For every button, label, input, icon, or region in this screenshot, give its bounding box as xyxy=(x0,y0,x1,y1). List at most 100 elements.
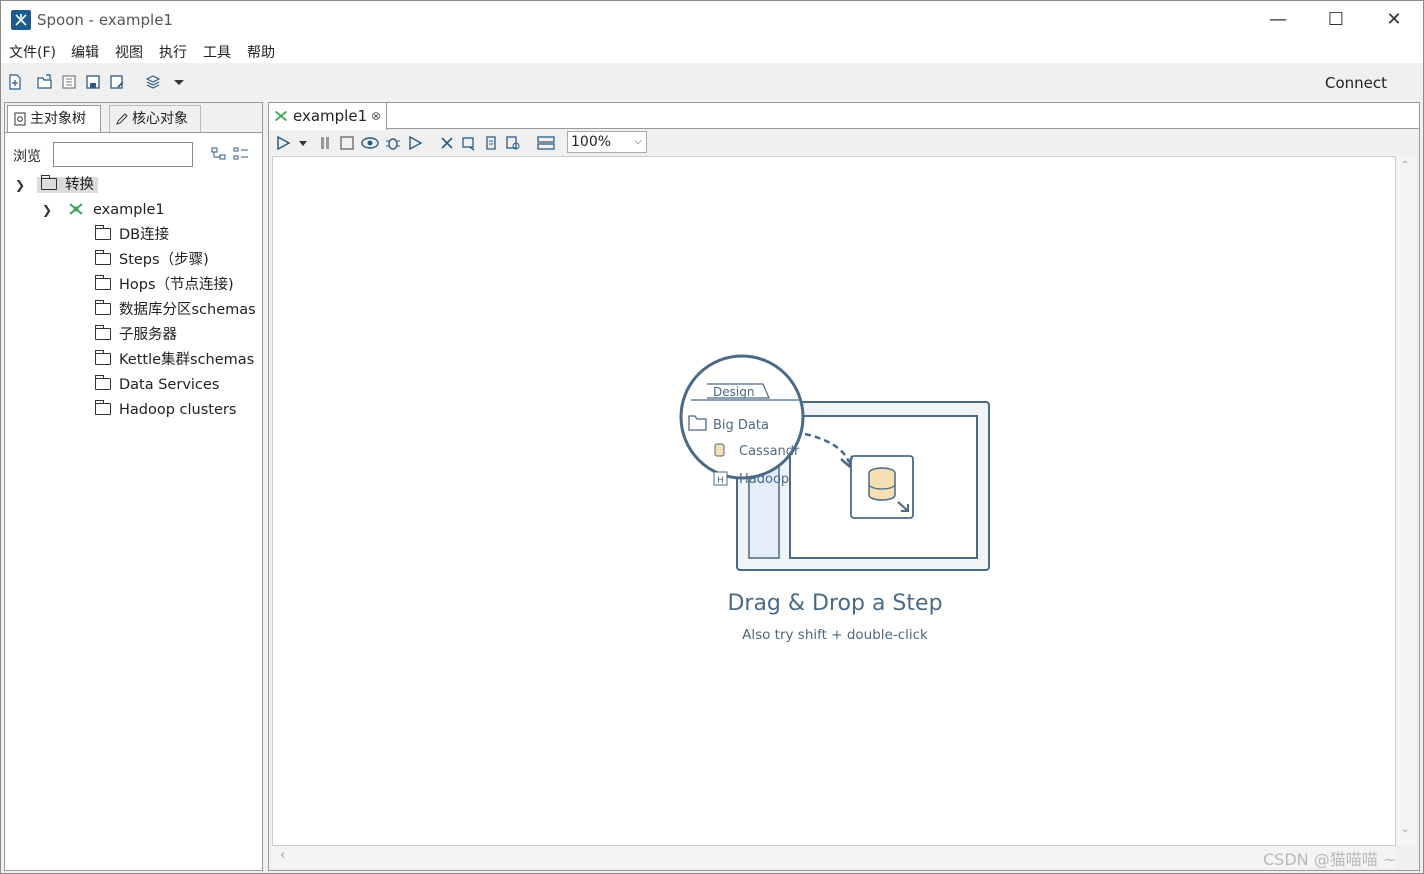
transformation-canvas[interactable]: Design Big Data Cassandr H Hadoop Drag &… xyxy=(272,156,1396,846)
illustration-design-tab: Design xyxy=(713,385,754,399)
watermark: CSDN @猫喵喵 ~ xyxy=(1263,850,1397,869)
editor-toolbar: 100% ⌵ xyxy=(269,130,1419,156)
tree-item-label: Kettle集群schemas xyxy=(119,352,255,368)
show-results-icon[interactable] xyxy=(537,135,555,151)
zoom-value: 100% xyxy=(571,134,612,150)
sql-icon[interactable] xyxy=(483,135,499,151)
menu-view[interactable]: 视图 xyxy=(115,42,143,62)
explore-repository-icon[interactable] xyxy=(61,74,77,90)
folder-icon xyxy=(95,300,111,315)
tree-item-label: 子服务器 xyxy=(119,327,177,343)
left-panel: 主对象树 核心对象 浏览 ❯ 转换 ❯ example1 DB连接 Steps（… xyxy=(4,102,263,871)
tree-item-cluster-schemas[interactable]: Kettle集群schemas xyxy=(95,348,254,372)
title-bar: Spoon - example1 — ☐ ✕ xyxy=(1,1,1423,39)
folder-icon xyxy=(95,350,111,365)
minimize-button[interactable]: — xyxy=(1255,7,1301,33)
impact-icon[interactable] xyxy=(461,135,477,151)
left-tabs: 主对象树 核心对象 xyxy=(5,103,262,133)
layers-icon[interactable] xyxy=(145,74,161,90)
folder-icon xyxy=(95,250,111,265)
scroll-up-icon[interactable]: ⌃ xyxy=(1401,160,1409,171)
empty-canvas-subtitle: Also try shift + double-click xyxy=(742,627,928,643)
stop-icon[interactable] xyxy=(339,135,355,151)
expand-all-icon[interactable] xyxy=(211,146,227,162)
window-title: Spoon - example1 xyxy=(37,11,173,29)
menu-help[interactable]: 帮助 xyxy=(247,42,275,62)
svg-text:H: H xyxy=(717,476,724,486)
pause-icon[interactable] xyxy=(317,135,333,151)
spoon-app-icon xyxy=(11,10,31,30)
tree-item-hadoop-clusters[interactable]: Hadoop clusters xyxy=(95,398,236,422)
folder-icon xyxy=(95,375,111,390)
drag-drop-illustration: Design Big Data Cassandr H Hadoop xyxy=(679,354,990,571)
menu-edit[interactable]: 编辑 xyxy=(71,42,99,62)
browse-input[interactable] xyxy=(53,142,193,167)
folder-icon xyxy=(95,225,111,240)
tree-item-data-services[interactable]: Data Services xyxy=(95,373,219,397)
folder-icon xyxy=(41,175,57,190)
menu-file[interactable]: 文件(F) xyxy=(9,42,56,62)
tree-item-label: Steps（步骤) xyxy=(119,252,209,268)
editor-panel: example1 ⊗ 100% ⌵ Design Big Data Cassan… xyxy=(268,102,1420,871)
open-folder-icon[interactable] xyxy=(37,74,53,90)
menu-bar: 文件(F) 编辑 视图 执行 工具 帮助 xyxy=(1,39,1423,63)
tree-item-partition-schemas[interactable]: 数据库分区schemas xyxy=(95,298,256,322)
chevron-down-icon[interactable]: ❯ xyxy=(15,178,25,192)
tree-item-label: Data Services xyxy=(119,377,220,393)
tree-item-slave-servers[interactable]: 子服务器 xyxy=(95,323,177,347)
chevron-down-icon: ⌵ xyxy=(634,136,642,147)
menu-tools[interactable]: 工具 xyxy=(203,42,231,62)
preview-eye-icon[interactable] xyxy=(361,135,379,151)
illustration-item-cassandra: Cassandr xyxy=(739,444,800,459)
editor-tab-bar: example1 ⊗ xyxy=(269,103,1419,130)
tree-item-transformations[interactable]: 转换 xyxy=(37,173,98,197)
main-toolbar: Connect xyxy=(1,63,1423,101)
connect-button[interactable]: Connect xyxy=(1325,74,1387,92)
chevron-down-icon[interactable]: ❯ xyxy=(42,203,52,217)
run-dropdown-icon[interactable] xyxy=(297,135,309,151)
tab-core-objects-label: 核心对象 xyxy=(132,111,188,127)
transformation-icon xyxy=(69,203,83,215)
folder-icon xyxy=(95,275,111,290)
tab-main-tree[interactable]: 主对象树 xyxy=(7,105,101,132)
vertical-scrollbar[interactable]: ⌃ ⌄ xyxy=(1396,156,1416,846)
tree-item-label: Hops（节点连接) xyxy=(119,277,234,293)
close-button[interactable]: ✕ xyxy=(1371,7,1417,33)
tree-item-label: Hadoop clusters xyxy=(119,402,237,418)
tree-item-label: example1 xyxy=(93,202,165,218)
tab-example1[interactable]: example1 ⊗ xyxy=(269,103,387,130)
tab-core-objects[interactable]: 核心对象 xyxy=(109,105,201,132)
pencil-icon xyxy=(116,113,128,125)
tree-item-db-connections[interactable]: DB连接 xyxy=(95,223,169,247)
browse-row: 浏览 xyxy=(5,141,262,169)
new-file-icon[interactable] xyxy=(7,74,23,90)
horizontal-scrollbar[interactable]: ‹ xyxy=(272,846,1396,868)
spoon-window: Spoon - example1 — ☐ ✕ 文件(F) 编辑 视图 执行 工具… xyxy=(0,0,1424,874)
maximize-button[interactable]: ☐ xyxy=(1313,7,1359,33)
illustration-folder-label: Big Data xyxy=(713,418,769,433)
tree-item-label: 数据库分区schemas xyxy=(119,302,256,318)
scroll-down-icon[interactable]: ⌄ xyxy=(1401,824,1409,835)
verify-icon[interactable] xyxy=(439,135,455,151)
folder-icon xyxy=(95,325,111,340)
collapse-all-icon[interactable] xyxy=(233,146,249,162)
scroll-left-icon[interactable]: ‹ xyxy=(280,848,285,863)
transformation-icon xyxy=(275,110,287,122)
replay-icon[interactable] xyxy=(407,135,423,151)
save-as-icon[interactable] xyxy=(109,74,125,90)
explore-db-icon[interactable] xyxy=(505,135,521,151)
close-tab-icon[interactable]: ⊗ xyxy=(371,103,381,129)
tree-item-label: DB连接 xyxy=(119,227,170,243)
tree-item-example1[interactable]: example1 xyxy=(67,198,165,222)
tab-main-tree-label: 主对象树 xyxy=(30,111,86,127)
debug-bug-icon[interactable] xyxy=(385,135,401,151)
tree-item-hops[interactable]: Hops（节点连接) xyxy=(95,273,234,297)
save-icon[interactable] xyxy=(85,74,101,90)
tree-item-steps[interactable]: Steps（步骤) xyxy=(95,248,209,272)
run-icon[interactable] xyxy=(275,135,291,151)
menu-run[interactable]: 执行 xyxy=(159,42,187,62)
browse-label: 浏览 xyxy=(13,149,41,165)
layers-dropdown-icon[interactable] xyxy=(171,74,187,90)
tree-item-label: 转换 xyxy=(65,177,94,193)
zoom-select[interactable]: 100% ⌵ xyxy=(567,131,647,153)
